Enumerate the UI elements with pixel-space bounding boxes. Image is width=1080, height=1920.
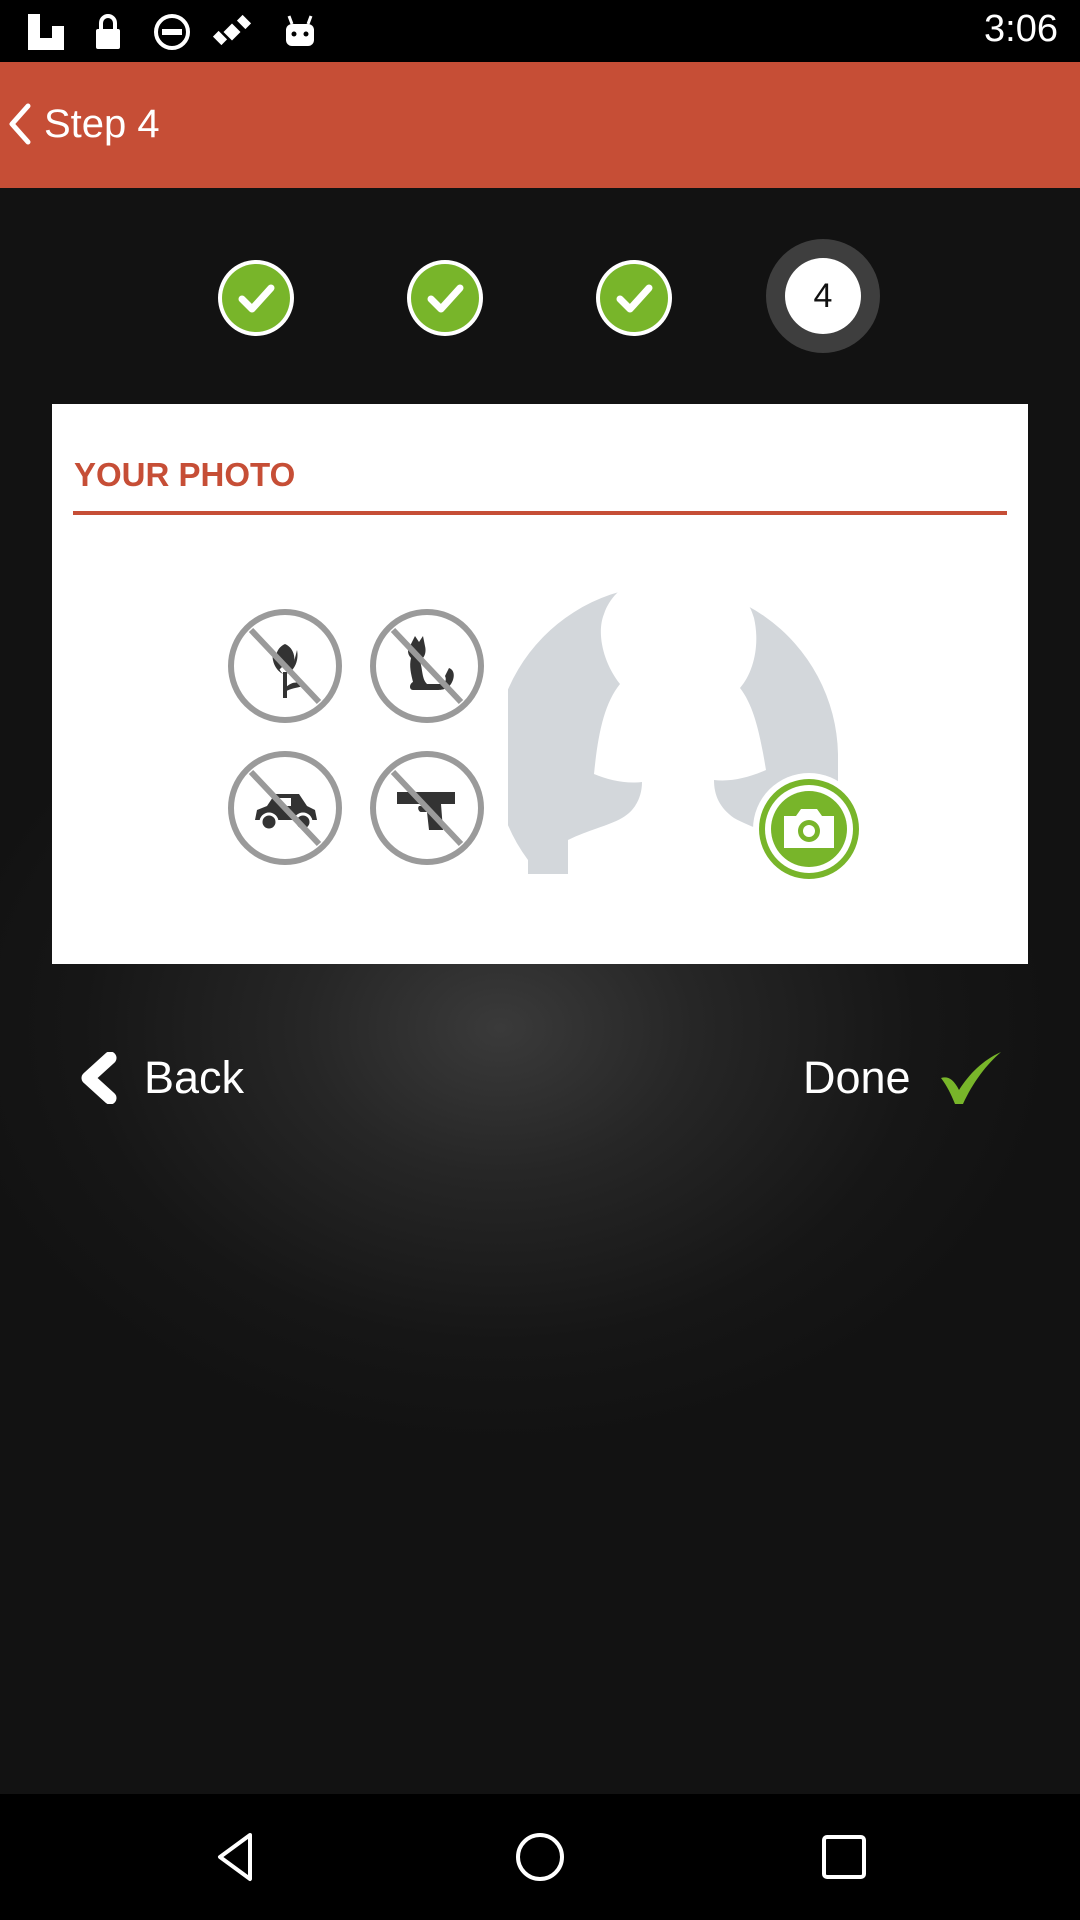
check-icon	[238, 284, 275, 313]
back-label: Back	[144, 1052, 245, 1103]
back-triangle-icon[interactable]	[206, 1827, 266, 1887]
status-time: 3:06	[984, 8, 1058, 50]
step-indicator-3	[596, 260, 672, 336]
check-icon	[616, 284, 653, 313]
app-bar: Step 4	[0, 62, 1080, 188]
camera-icon[interactable]	[750, 770, 868, 888]
flipboard-icon	[28, 14, 64, 50]
no-guns-icon	[370, 751, 484, 865]
no-cars-icon	[228, 751, 342, 865]
step-indicator-1	[218, 260, 294, 336]
system-nav-bar	[0, 1794, 1080, 1920]
home-circle-icon[interactable]	[510, 1827, 570, 1887]
chevron-left-icon	[81, 1052, 117, 1104]
card-title: YOUR PHOTO	[74, 456, 296, 493]
satellite-icon	[212, 14, 252, 46]
no-pets-icon	[370, 609, 484, 723]
no-flowers-icon	[228, 609, 342, 723]
main-content: 4 YOUR PHOTO Back Done	[0, 188, 1080, 1794]
recents-square-icon[interactable]	[814, 1827, 874, 1887]
card-divider	[73, 511, 1007, 515]
do-not-disturb-icon	[154, 14, 190, 50]
step-indicator-4: 4	[766, 239, 880, 353]
check-icon	[427, 284, 464, 313]
done-label: Done	[803, 1052, 911, 1103]
step-number: 4	[785, 258, 861, 334]
android-icon	[286, 15, 314, 46]
lock-icon	[96, 14, 120, 49]
chevron-left-icon[interactable]	[6, 102, 32, 146]
page-title[interactable]: Step 4	[44, 102, 160, 147]
check-icon	[941, 1052, 1001, 1104]
status-bar: 3:06	[0, 0, 1080, 62]
step-indicator-2	[407, 260, 483, 336]
photo-card: YOUR PHOTO	[52, 404, 1028, 964]
